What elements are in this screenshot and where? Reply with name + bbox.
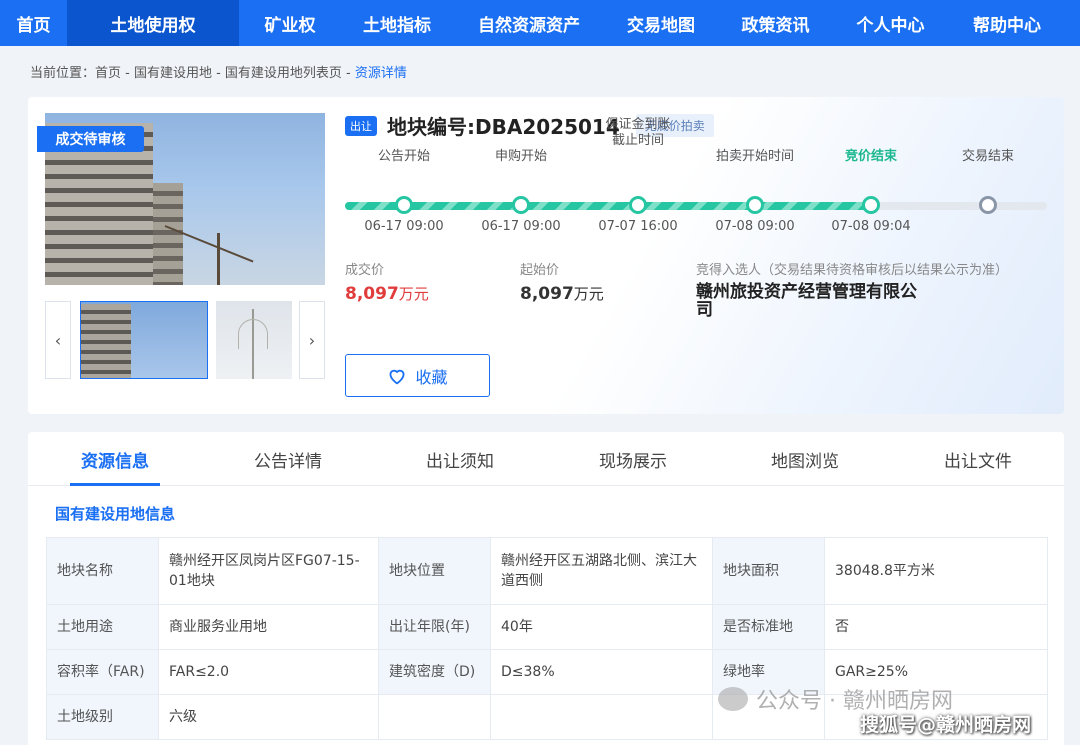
nav-item-natural-resources[interactable]: 自然资源资产 — [453, 0, 605, 46]
table-value: 40年 — [490, 604, 713, 650]
step-date: 07-07 16:00 — [598, 219, 678, 234]
breadcrumb-path[interactable]: 首页 - 国有建设用地 - 国有建设用地列表页 - — [95, 66, 355, 81]
start-price-label: 起始价 — [520, 263, 560, 278]
tab-notice-details[interactable]: 公告详情 — [228, 432, 348, 486]
breadcrumb-prefix: 当前位置： — [30, 66, 96, 81]
wechat-icon — [718, 687, 748, 711]
chevron-right-icon: › — [308, 330, 316, 350]
table-key: 土地用途 — [46, 604, 159, 650]
step-date: 07-08 09:04 — [831, 219, 911, 234]
step-label: 保证金到账 截止时间 — [605, 117, 671, 148]
favorite-button[interactable]: 收藏 — [345, 354, 490, 397]
step-label: 交易结束 — [961, 149, 1014, 164]
step-label: 公告开始 — [377, 149, 430, 164]
table-key: 是否标准地 — [712, 604, 825, 650]
deal-price-unit: 万元 — [398, 285, 429, 303]
deal-price-number: 8,097 — [345, 284, 399, 304]
step-date: 07-08 09:00 — [715, 219, 795, 234]
deal-price-value: 8,097万元 — [345, 283, 429, 304]
nav-item-land-use-rights[interactable]: 土地使用权 — [67, 0, 239, 46]
nav-item-help-center[interactable]: 帮助中心 — [947, 0, 1067, 46]
step-date: 06-17 09:00 — [364, 219, 444, 234]
table-key: 地块名称 — [46, 537, 159, 605]
breadcrumb: 当前位置：首页 - 国有建设用地 - 国有建设用地列表页 - 资源详情 — [30, 62, 407, 81]
start-price-unit: 万元 — [573, 285, 604, 303]
step-date: 06-17 09:00 — [481, 219, 561, 234]
table-key: 地块位置 — [378, 537, 491, 605]
status-badge: 成交待审核 — [37, 126, 144, 152]
thumbnail-1[interactable] — [80, 301, 208, 379]
step-dot — [512, 196, 530, 214]
building-shape — [81, 304, 131, 378]
tab-site-display[interactable]: 现场展示 — [573, 432, 693, 486]
table-empty — [378, 694, 491, 740]
step-label: 申购开始 — [494, 149, 547, 164]
breadcrumb-current: 资源详情 — [354, 66, 407, 81]
table-value: 赣州经开区凤岗片区FG07-15-01地块 — [158, 537, 379, 605]
table-value: 赣州经开区五湖路北侧、滨江大道西侧 — [490, 537, 713, 605]
table-value: FAR≤2.0 — [158, 649, 379, 695]
favorite-label: 收藏 — [415, 367, 448, 387]
step-dot — [979, 196, 997, 214]
step-label: 竞价结束 — [844, 149, 897, 164]
progress-timeline: 公告开始 06-17 09:00 申购开始 06-17 09:00 保证金到账 … — [345, 117, 1047, 237]
table-key: 土地级别 — [46, 694, 159, 740]
nav-item-home[interactable]: 首页 — [0, 0, 67, 46]
table-row: 土地用途 商业服务业用地 出让年限(年) 40年 是否标准地 否 — [46, 604, 1048, 650]
tab-bar: 资源信息 公告详情 出让须知 现场展示 地图浏览 出让文件 — [28, 432, 1064, 486]
tab-transfer-files[interactable]: 出让文件 — [918, 432, 1038, 486]
type-badge: 出让 — [345, 115, 377, 136]
tree-branches — [238, 319, 268, 349]
winner-label: 竞得入选人（交易结果待资格审核后以结果公示为准） — [696, 263, 1009, 278]
table-value: 商业服务业用地 — [158, 604, 379, 650]
tab-transfer-notes[interactable]: 出让须知 — [400, 432, 520, 486]
step-label: 拍卖开始时间 — [715, 149, 794, 164]
building-shape-2 — [153, 183, 183, 285]
nav-item-trade-map[interactable]: 交易地图 — [605, 0, 717, 46]
tab-map-browse[interactable]: 地图浏览 — [745, 432, 865, 486]
tab-resource-info[interactable]: 资源信息 — [55, 432, 175, 486]
table-key: 容积率（FAR) — [46, 649, 159, 695]
timeline-progress — [345, 202, 871, 210]
table-key: 地块面积 — [712, 537, 825, 605]
heart-icon — [390, 369, 405, 384]
winner-name: 赣州旅投资产经营管理有限公司 — [696, 282, 917, 320]
crane-tower — [217, 233, 220, 285]
table-key: 建筑密度（D) — [378, 649, 491, 695]
prev-image-button[interactable]: ‹ — [45, 301, 71, 379]
start-price-value: 8,097万元 — [520, 283, 604, 304]
table-value: 否 — [824, 604, 1048, 650]
nav-item-personal-center[interactable]: 个人中心 — [834, 0, 947, 46]
step-dot — [395, 196, 413, 214]
deal-price-label: 成交价 — [345, 263, 385, 278]
step-dot — [746, 196, 764, 214]
source-watermark: 搜狐号@赣州晒房网 — [860, 714, 1032, 736]
table-key: 出让年限(年) — [378, 604, 491, 650]
nav-item-land-quota[interactable]: 土地指标 — [341, 0, 453, 46]
listing-card: 成交待审核 ‹ › 出让 地块编号:DBA2025014 无底价拍卖 公告开始 … — [28, 97, 1064, 414]
section-title: 国有建设用地信息 — [55, 505, 176, 523]
thumbnail-2[interactable] — [216, 301, 292, 379]
table-value: 六级 — [158, 694, 379, 740]
table-value: 38048.8平方米 — [824, 537, 1048, 605]
step-dot — [862, 196, 880, 214]
step-dot — [629, 196, 647, 214]
nav-item-policy-news[interactable]: 政策资讯 — [717, 0, 834, 46]
table-empty — [490, 694, 713, 740]
chevron-left-icon: ‹ — [54, 330, 62, 350]
table-row: 地块名称 赣州经开区凤岗片区FG07-15-01地块 地块位置 赣州经开区五湖路… — [46, 537, 1048, 605]
top-nav: 首页 土地使用权 矿业权 土地指标 自然资源资产 交易地图 政策资讯 个人中心 … — [0, 0, 1080, 46]
table-value: D≤38% — [490, 649, 713, 695]
next-image-button[interactable]: › — [299, 301, 325, 379]
start-price-number: 8,097 — [520, 284, 574, 304]
nav-item-mining-rights[interactable]: 矿业权 — [239, 0, 341, 46]
